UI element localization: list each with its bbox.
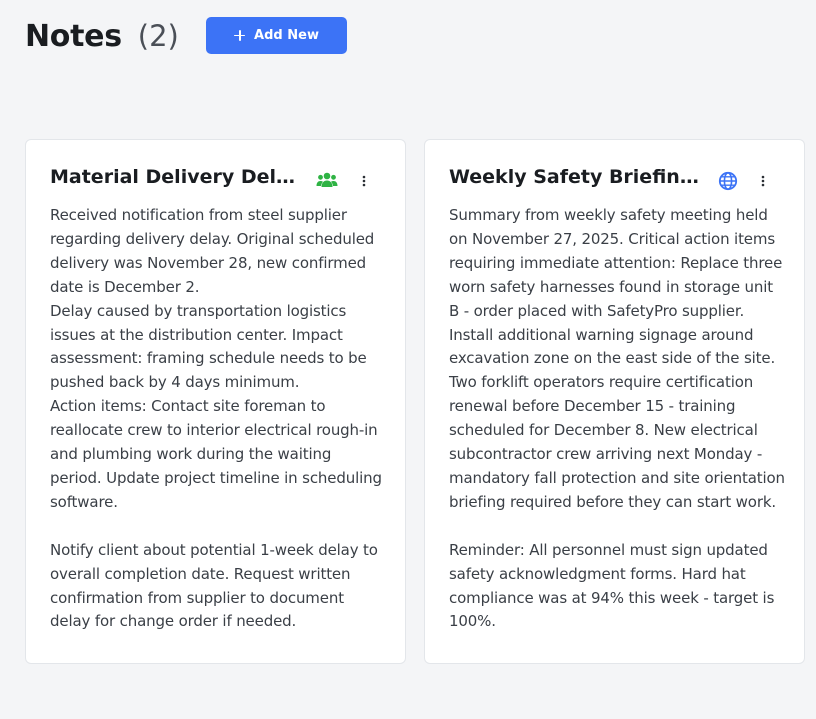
note-body: Received notification from steel supplie… xyxy=(50,206,382,631)
page-title: Notes xyxy=(25,18,122,54)
more-options-icon[interactable] xyxy=(758,173,768,189)
globe-icon xyxy=(718,171,738,191)
more-options-icon[interactable] xyxy=(359,173,369,189)
team-icon xyxy=(316,172,338,187)
note-card[interactable]: Material Delivery Delay - Steel Supplier… xyxy=(25,139,406,664)
note-title[interactable]: Material Delivery Delay - Steel Supplier xyxy=(50,165,302,189)
note-body: Summary from weekly safety meeting held … xyxy=(449,206,785,631)
add-new-button[interactable]: Add New xyxy=(206,17,347,54)
page-header: Notes (2) xyxy=(25,12,179,60)
notes-count: (2) xyxy=(137,19,179,53)
note-title[interactable]: Weekly Safety Briefing Summary xyxy=(449,165,701,189)
note-card[interactable]: Weekly Safety Briefing Summary Summary f… xyxy=(424,139,805,664)
add-new-label: Add New xyxy=(254,28,319,43)
plus-icon xyxy=(234,30,246,41)
